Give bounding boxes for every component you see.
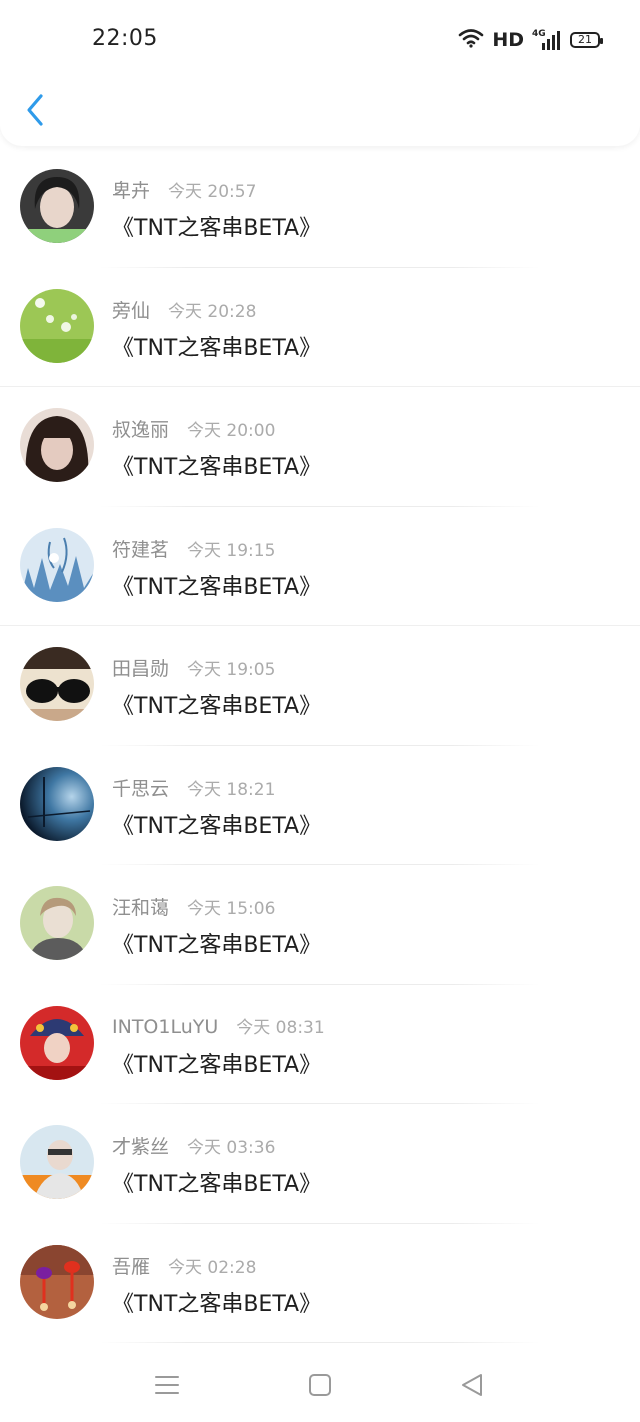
list-item[interactable]: 旁仙 今天 20:28 《TNT之客串BETA》: [0, 268, 640, 387]
battery-icon: 21: [570, 32, 603, 48]
home-button[interactable]: [300, 1368, 340, 1402]
message-time: 今天 02:28: [168, 1257, 257, 1278]
list-item[interactable]: 吾雁 今天 02:28 《TNT之客串BETA》: [0, 1224, 640, 1343]
list-item[interactable]: 卑卉 今天 20:57 《TNT之客串BETA》: [0, 148, 640, 268]
message-content: 《TNT之客串BETA》: [112, 933, 322, 958]
message-time: 今天 15:06: [187, 899, 276, 919]
list-item[interactable]: INTO1LuYU 今天 08:31 《TNT之客串BETA》: [0, 985, 640, 1104]
sender-name: 吾雁: [112, 1255, 151, 1278]
message-content: 《TNT之客串BETA》: [112, 216, 322, 241]
message-content: 《TNT之客串BETA》: [112, 574, 322, 600]
avatar[interactable]: [20, 408, 94, 482]
signal-icon: 4G: [532, 29, 562, 51]
sender-name: 叔逸丽: [112, 419, 170, 441]
message-content: 《TNT之客串BETA》: [112, 813, 322, 839]
avatar[interactable]: [20, 647, 94, 721]
message-time: 今天 03:36: [187, 1138, 276, 1158]
message-meta: 田昌勋 今天 19:05: [112, 654, 275, 680]
square-icon: [309, 1374, 331, 1396]
wifi-icon: [458, 28, 484, 52]
list-item[interactable]: 才紫丝 今天 03:36 《TNT之客串BETA》: [0, 1104, 640, 1224]
message-time: 今天 19:05: [187, 660, 276, 680]
sender-name: 田昌勋: [112, 658, 170, 680]
sender-name: 卑卉: [112, 180, 151, 202]
sender-name: INTO1LuYU: [112, 1015, 219, 1038]
avatar[interactable]: [20, 766, 94, 841]
message-meta: 叔逸丽 今天 20:00: [112, 415, 275, 441]
message-time: 今天 19:15: [187, 540, 276, 561]
message-meta: 卑卉 今天 20:57: [112, 176, 256, 202]
list-item[interactable]: 汪和蔼 今天 15:06 《TNT之客串BETA》: [0, 865, 640, 985]
avatar[interactable]: [20, 288, 94, 363]
menu-button[interactable]: [147, 1368, 187, 1402]
message-time: 今天 18:21: [187, 779, 276, 800]
list-item[interactable]: 田昌勋 今天 19:05 《TNT之客串BETA》: [0, 626, 640, 746]
message-meta: 汪和蔼 今天 15:06: [112, 893, 275, 919]
sender-name: 旁仙: [112, 299, 151, 322]
avatar[interactable]: [20, 527, 94, 602]
status-time: 22:05: [92, 26, 158, 51]
list-item[interactable]: 符建茗 今天 19:15 《TNT之客串BETA》: [0, 507, 640, 626]
back-nav-button[interactable]: [452, 1368, 492, 1402]
message-meta: 吾雁 今天 02:28: [112, 1252, 256, 1278]
avatar[interactable]: [20, 169, 94, 243]
message-content: 《TNT之客串BETA》: [112, 455, 322, 480]
message-meta: 才紫丝 今天 03:36: [112, 1132, 275, 1158]
chevron-left-icon: [27, 94, 43, 126]
hd-label: HD: [492, 29, 524, 51]
sender-name: 才紫丝: [112, 1136, 170, 1158]
message-list: 卑卉 今天 20:57 《TNT之客串BETA》 旁仙 今天 20:28 《TN…: [0, 148, 640, 1343]
status-icons: HD 4G 21: [458, 26, 603, 54]
avatar[interactable]: [20, 886, 94, 960]
message-time: 今天 08:31: [236, 1017, 325, 1038]
message-meta: 旁仙 今天 20:28: [112, 296, 256, 322]
system-navigation-bar: [0, 1350, 640, 1422]
message-meta: 符建茗 今天 19:15: [112, 535, 275, 561]
avatar[interactable]: [20, 1125, 94, 1199]
sender-name: 汪和蔼: [112, 897, 170, 919]
message-content: 《TNT之客串BETA》: [112, 1052, 322, 1078]
back-button[interactable]: [20, 90, 50, 130]
menu-icon: [155, 1376, 179, 1394]
top-bar: 22:05 HD 4G 21: [0, 0, 640, 146]
triangle-back-icon: [462, 1374, 482, 1396]
list-item[interactable]: 千思云 今天 18:21 《TNT之客串BETA》: [0, 746, 640, 865]
sender-name: 千思云: [112, 777, 170, 800]
sender-name: 符建茗: [112, 538, 170, 561]
message-meta: INTO1LuYU 今天 08:31: [112, 1013, 325, 1039]
message-content: 《TNT之客串BETA》: [112, 335, 322, 361]
divider: [100, 1342, 540, 1343]
message-meta: 千思云 今天 18:21: [112, 774, 275, 800]
list-item[interactable]: 叔逸丽 今天 20:00 《TNT之客串BETA》: [0, 387, 640, 507]
avatar[interactable]: [20, 1244, 94, 1319]
message-content: 《TNT之客串BETA》: [112, 1172, 322, 1197]
avatar[interactable]: [20, 1005, 94, 1080]
message-content: 《TNT之客串BETA》: [112, 1291, 322, 1317]
message-time: 今天 20:57: [168, 182, 257, 202]
message-content: 《TNT之客串BETA》: [112, 694, 322, 719]
message-time: 今天 20:28: [168, 301, 257, 322]
message-time: 今天 20:00: [187, 421, 276, 441]
